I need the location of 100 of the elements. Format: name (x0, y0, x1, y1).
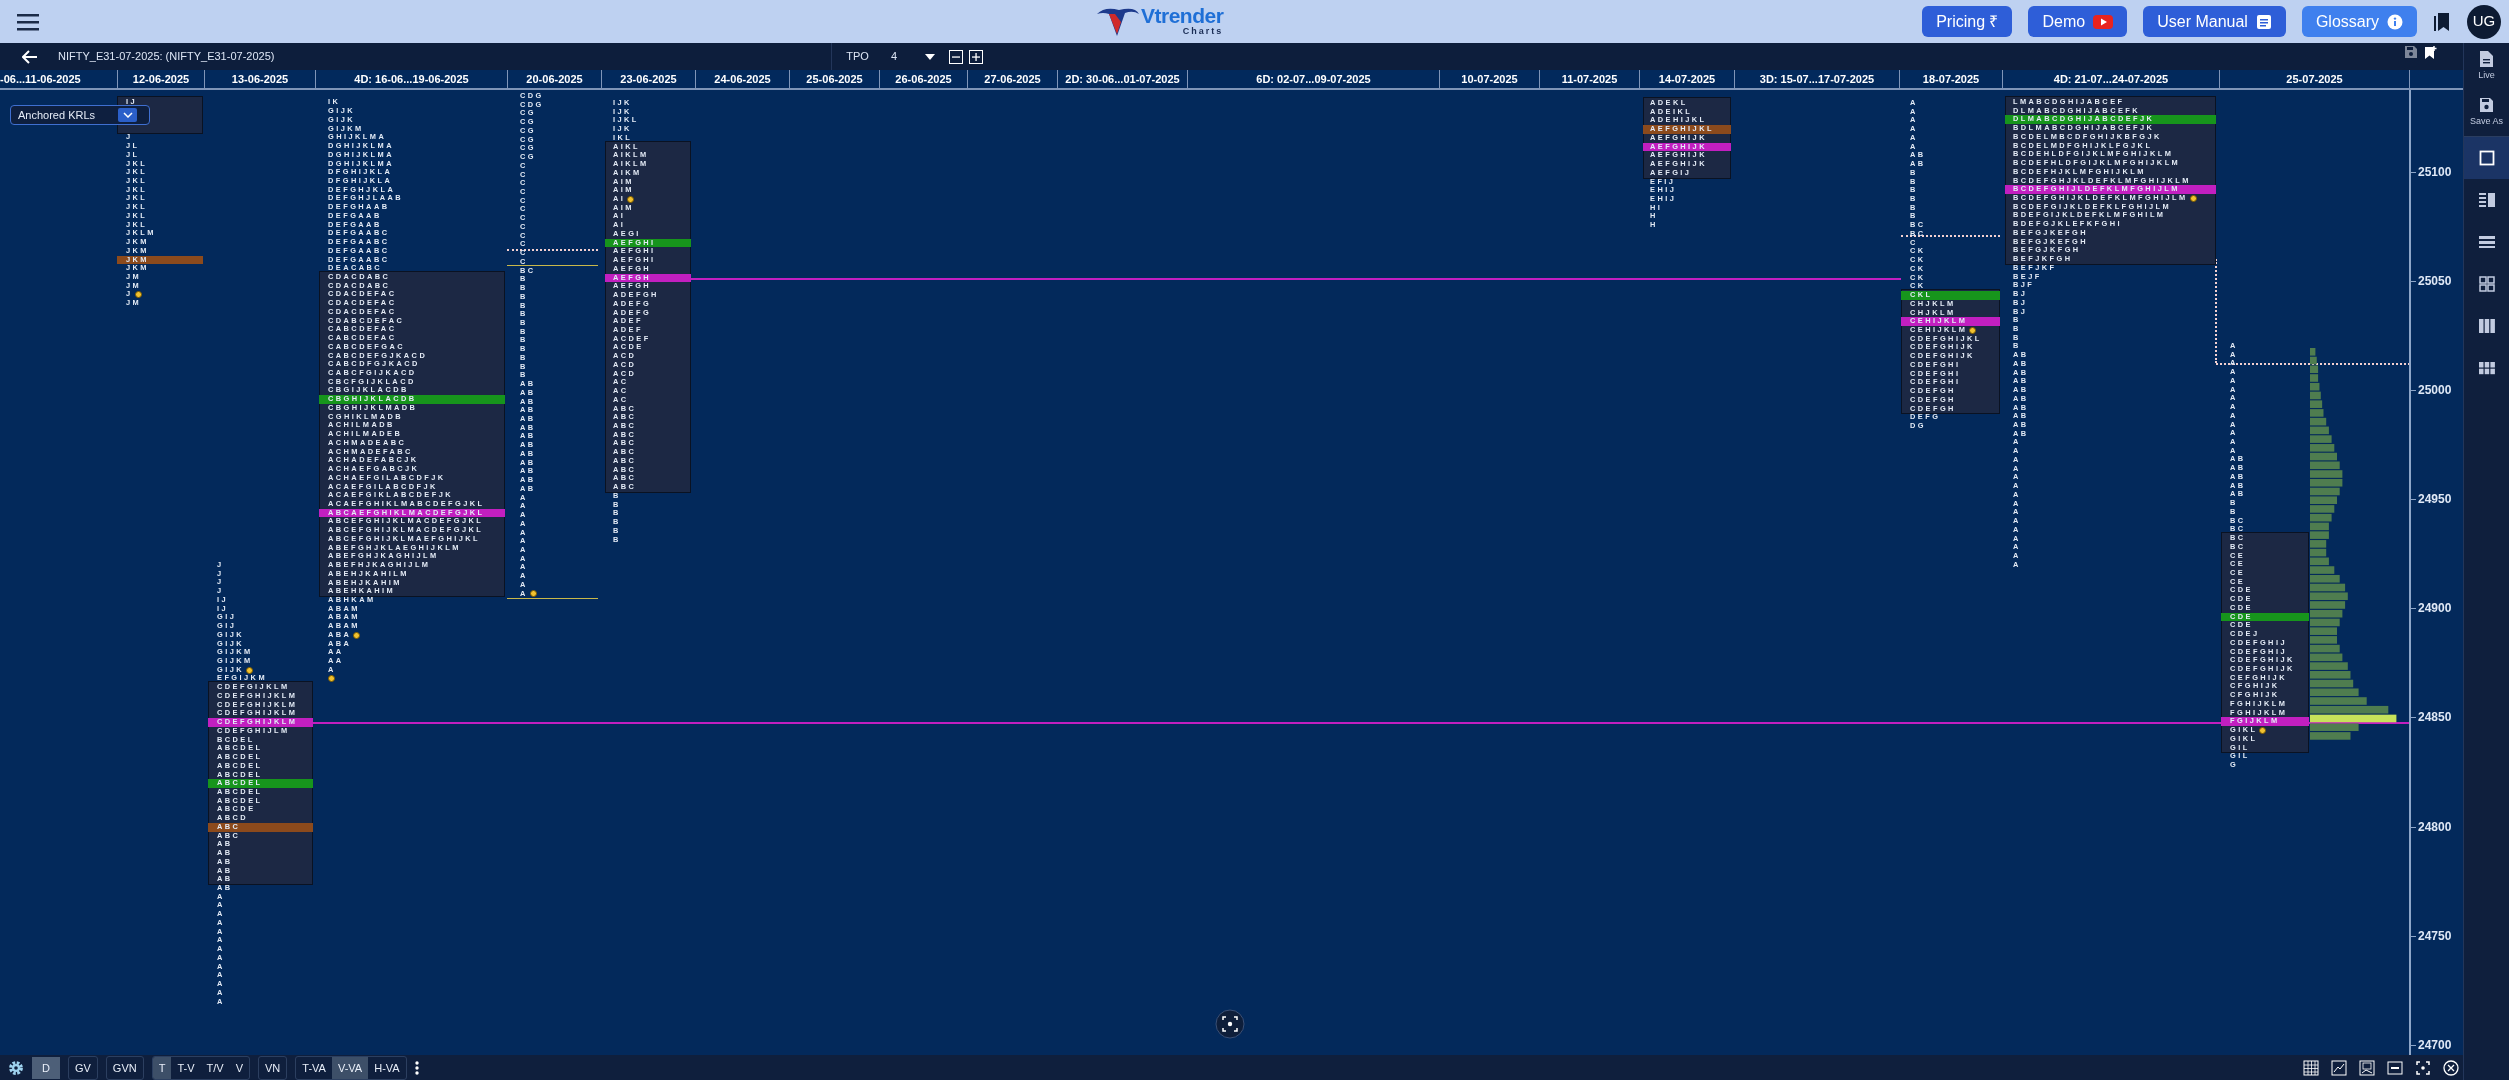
date-header: 12-06-2025 (118, 70, 205, 88)
volume-bar (2310, 644, 2340, 653)
date-header: 11-07-2025 (1540, 70, 1640, 88)
date-header: 23-06-2025 (602, 70, 696, 88)
date-header: 24-06-2025 (696, 70, 790, 88)
image-icon[interactable] (2359, 1059, 2375, 1076)
marker-icon (246, 666, 254, 674)
save-icon[interactable] (2405, 46, 2417, 58)
volume-bar (2310, 487, 2340, 496)
volume-bar (2310, 592, 2348, 601)
date-header: 20-06-2025 (508, 70, 602, 88)
price-label: 24900 (2418, 601, 2452, 616)
document-icon (2479, 51, 2494, 67)
tpo-label: TPO (846, 49, 869, 65)
chevron-icon (122, 112, 133, 118)
marker-icon (328, 675, 335, 683)
info-icon (2387, 13, 2403, 30)
view-toggle[interactable]: GVN (106, 1056, 143, 1079)
volume-bar (2310, 618, 2340, 627)
marker-icon (134, 291, 142, 299)
six-pane-icon (2478, 360, 2495, 376)
view-toggle[interactable]: T (152, 1056, 172, 1079)
header-button[interactable]: User Manual (2143, 6, 2286, 37)
back-arrow-icon[interactable] (22, 49, 38, 64)
view-toggle[interactable]: T/V (200, 1056, 230, 1079)
layout-button[interactable] (2464, 137, 2509, 179)
volume-bar (2310, 461, 2340, 470)
volume-bar (2310, 522, 2329, 531)
volume-bar (2310, 557, 2329, 566)
bookmark-icon[interactable] (2433, 11, 2451, 32)
date-header: 25-07-2025 (2220, 70, 2410, 88)
header-button[interactable]: Demo (2028, 6, 2128, 37)
price-label: 25050 (2418, 273, 2452, 288)
bookmark-plus-icon[interactable] (2425, 46, 2437, 59)
marker-icon (2189, 194, 2197, 202)
krl-dropdown[interactable]: Anchored KRLs (10, 105, 150, 125)
volume-bar (2310, 688, 2359, 697)
sidebar-action[interactable]: Live (2464, 43, 2509, 89)
user-avatar[interactable]: UG (2467, 4, 2501, 39)
close-icon[interactable] (2443, 1059, 2459, 1076)
price-label: 25000 (2418, 382, 2452, 397)
volume-bar (2310, 426, 2329, 435)
side-split-icon (2478, 192, 2495, 208)
marker-icon (2259, 726, 2267, 734)
focus-frame-icon[interactable] (2415, 1059, 2431, 1076)
focus-icon[interactable] (1215, 1009, 1245, 1039)
header-button[interactable]: Glossary (2301, 6, 2417, 37)
caret-icon[interactable] (925, 53, 935, 60)
view-toggle[interactable]: V (229, 1056, 250, 1079)
view-toggle[interactable]: T-V (171, 1056, 201, 1079)
tpo-size-value[interactable]: 4 (890, 48, 897, 65)
marker-icon (1969, 326, 1977, 334)
grid-layout-icon (2478, 276, 2495, 292)
date-header: 10-07-2025 (1440, 70, 1540, 88)
plus-icon[interactable] (969, 49, 983, 64)
brand-subtitle: Charts (1181, 26, 1224, 36)
price-label: 24850 (2418, 710, 2452, 725)
brand-name: Vtrender (1141, 6, 1224, 26)
view-toggle[interactable]: H-VA (368, 1056, 406, 1079)
action-label: Save As (2470, 114, 2503, 128)
view-toggle[interactable]: T-VA (296, 1056, 332, 1079)
sidebar-action[interactable]: Save As (2464, 88, 2509, 134)
marker-icon (353, 631, 361, 639)
view-toggle[interactable]: VN (259, 1056, 287, 1079)
minus-icon[interactable] (949, 49, 963, 64)
view-toggle[interactable]: D (32, 1056, 60, 1079)
price-label: 24700 (2418, 1037, 2452, 1052)
view-toggle[interactable]: V-VA (331, 1056, 369, 1079)
date-header: 18-07-2025 (1900, 70, 2003, 88)
view-toggle[interactable]: GV (68, 1056, 97, 1079)
volume-bar (2310, 653, 2343, 662)
marker-icon (627, 195, 635, 203)
price-label: 24950 (2418, 492, 2452, 507)
table-icon[interactable] (2303, 1059, 2319, 1076)
rows-layout-icon (2478, 234, 2495, 250)
price-label: 24750 (2418, 928, 2452, 943)
volume-bar (2310, 513, 2332, 522)
price-label: 24800 (2418, 819, 2452, 834)
line-chart-icon[interactable] (2331, 1059, 2347, 1076)
date-header: 4D: 16-06...19-06-2025 (316, 70, 508, 88)
single-pane-icon (2478, 150, 2495, 166)
settings-icon[interactable] (8, 1059, 24, 1076)
menu-icon[interactable] (17, 12, 39, 31)
volume-bar (2310, 478, 2343, 487)
date-header: 27-06-2025 (968, 70, 1058, 88)
more-icon[interactable] (414, 1060, 419, 1075)
dropdown-label: Anchored KRLs (18, 107, 96, 123)
save-icon (2479, 96, 2494, 113)
volume-bar (2310, 365, 2319, 374)
marker-icon (529, 590, 537, 598)
date-header: 3D: 15-07...17-07-2025 (1735, 70, 1900, 88)
date-header: -06...11-06-2025 (0, 70, 118, 88)
volume-bar (2310, 391, 2321, 400)
volume-bar (2310, 417, 2327, 426)
header-button[interactable]: Pricing ₹ (1922, 6, 2013, 37)
volume-bar (2310, 452, 2337, 461)
text-mode-icon[interactable] (2387, 1059, 2403, 1076)
volume-bar (2310, 583, 2346, 592)
volume-bar (2310, 679, 2354, 688)
document-icon (2255, 13, 2272, 30)
